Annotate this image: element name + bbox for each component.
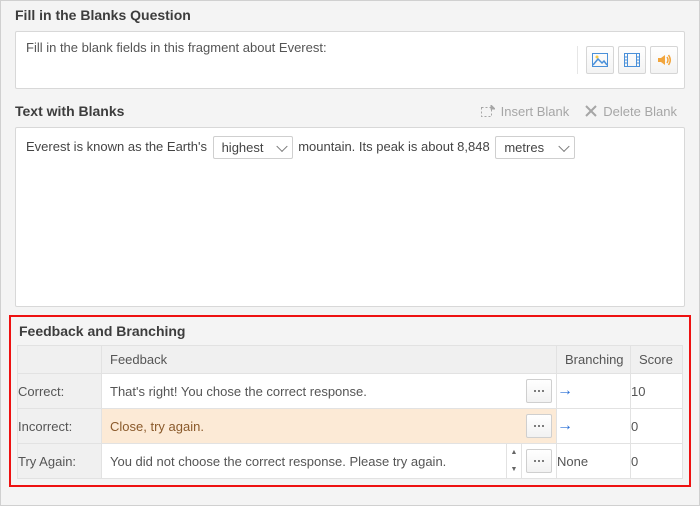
col-header-score: Score [631, 346, 683, 374]
feedback-table: Feedback Branching Score Correct: That's… [17, 345, 683, 479]
feedback-text-tryagain: You did not choose the correct response.… [102, 454, 506, 469]
col-header-branching: Branching [557, 346, 631, 374]
stepper-up-icon[interactable]: ▲ [507, 444, 521, 461]
feedback-row-correct: Correct: That's right! You chose the cor… [18, 374, 683, 409]
feedback-row-incorrect: Incorrect: Close, try again. → 0 [18, 409, 683, 444]
score-cell-incorrect[interactable]: 0 [631, 409, 683, 444]
feedback-section-title: Feedback and Branching [17, 319, 683, 345]
blanks-section: Text with Blanks Insert Blank Delete Bla… [1, 99, 699, 307]
feedback-header-row: Feedback Branching Score [18, 346, 683, 374]
blanks-editor[interactable]: Everest is known as the Earth's highest … [15, 127, 685, 307]
delete-blank-button[interactable]: Delete Blank [577, 100, 685, 123]
insert-blank-icon [481, 105, 495, 117]
row-label-tryagain: Try Again: [18, 444, 102, 479]
feedback-text-incorrect: Close, try again. [102, 419, 526, 434]
score-cell-tryagain[interactable]: 0 [631, 444, 683, 479]
blanks-section-title: Text with Blanks [15, 99, 473, 123]
insert-audio-button[interactable] [650, 46, 678, 74]
feedback-cell-correct[interactable]: That's right! You chose the correct resp… [102, 374, 557, 409]
feedback-cell-incorrect[interactable]: Close, try again. [102, 409, 557, 444]
insert-video-button[interactable] [618, 46, 646, 74]
blank-dropdown-1[interactable]: highest [213, 136, 293, 159]
branching-cell-tryagain[interactable]: None [557, 444, 631, 479]
question-section: Fill in the Blanks Question Fill in the … [1, 1, 699, 89]
feedback-edit-button-tryagain[interactable] [526, 449, 552, 473]
feedback-section: Feedback and Branching Feedback Branchin… [9, 315, 691, 487]
blank-dropdown-2[interactable]: metres [495, 136, 575, 159]
audio-icon [656, 53, 672, 67]
question-box: Fill in the blank fields in this fragmen… [15, 31, 685, 89]
feedback-text-correct: That's right! You chose the correct resp… [102, 384, 526, 399]
score-cell-correct[interactable]: 10 [631, 374, 683, 409]
attempts-stepper[interactable]: ▲ ▼ [506, 444, 522, 478]
col-header-empty [18, 346, 102, 374]
blank-text-segment: Everest is known as the Earth's [26, 139, 207, 154]
feedback-row-tryagain: Try Again: You did not choose the correc… [18, 444, 683, 479]
insert-image-button[interactable] [586, 46, 614, 74]
delete-blank-label: Delete Blank [603, 104, 677, 119]
video-icon [624, 53, 640, 67]
branch-arrow-icon: → [557, 382, 573, 399]
feedback-edit-button-incorrect[interactable] [526, 414, 552, 438]
image-icon [592, 53, 608, 67]
feedback-edit-button-correct[interactable] [526, 379, 552, 403]
row-label-correct: Correct: [18, 374, 102, 409]
branching-cell-correct[interactable]: → [557, 374, 631, 409]
question-section-title: Fill in the Blanks Question [1, 1, 699, 27]
feedback-cell-tryagain[interactable]: You did not choose the correct response.… [102, 444, 557, 479]
insert-blank-button[interactable]: Insert Blank [473, 100, 578, 123]
branch-arrow-icon: → [557, 417, 573, 434]
delete-blank-icon [585, 105, 597, 117]
col-header-feedback: Feedback [102, 346, 557, 374]
insert-blank-label: Insert Blank [501, 104, 570, 119]
blank-text-segment: mountain. Its peak is about 8,848 [298, 139, 490, 154]
stepper-down-icon[interactable]: ▼ [507, 461, 521, 478]
media-button-group [577, 46, 678, 74]
branching-cell-incorrect[interactable]: → [557, 409, 631, 444]
row-label-incorrect: Incorrect: [18, 409, 102, 444]
